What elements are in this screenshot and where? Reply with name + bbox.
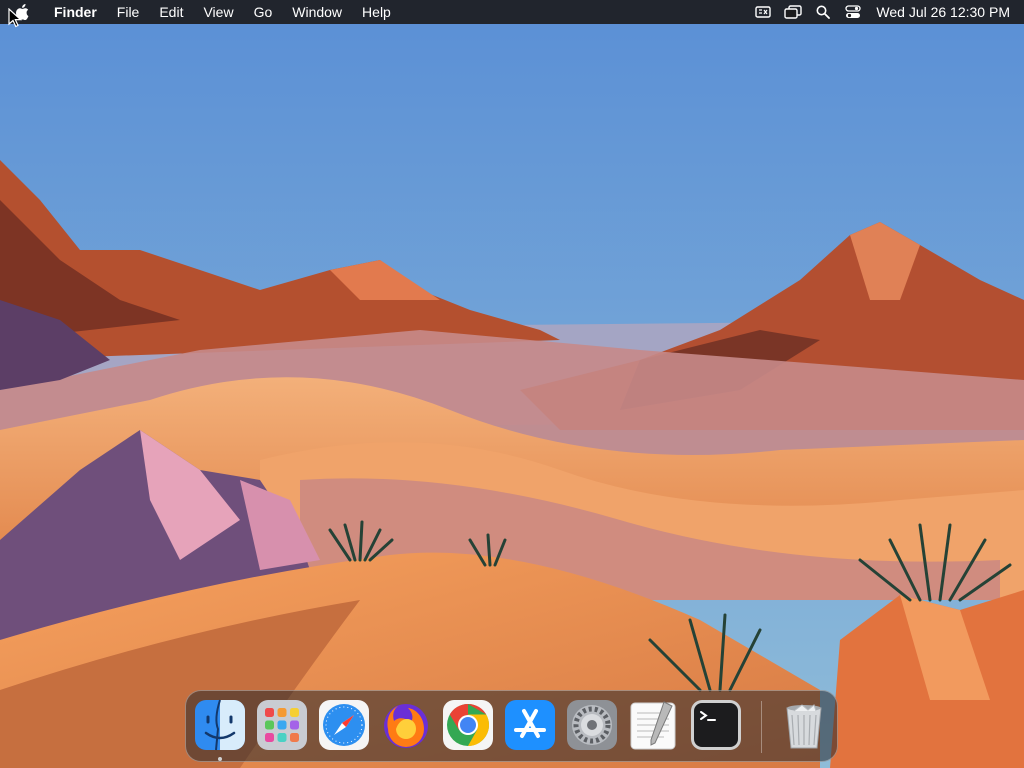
menu-bar: Finder File Edit View Go Window Help Wed… — [0, 0, 1024, 24]
menu-edit[interactable]: Edit — [149, 0, 193, 24]
keyboard-input-icon[interactable] — [748, 0, 778, 24]
system-settings-icon[interactable] — [566, 699, 618, 751]
window-overlap-icon[interactable] — [778, 0, 808, 24]
menu-app-name[interactable]: Finder — [44, 0, 107, 24]
menu-bar-status-area: Wed Jul 26 12:30 PM — [748, 0, 1024, 24]
dock-separator — [761, 701, 762, 753]
spotlight-search-icon[interactable] — [808, 0, 838, 24]
menu-file[interactable]: File — [107, 0, 150, 24]
menu-window[interactable]: Window — [282, 0, 352, 24]
textedit-icon[interactable] — [628, 699, 680, 751]
chrome-icon[interactable] — [442, 699, 494, 751]
finder-icon[interactable] — [194, 699, 246, 751]
safari-icon[interactable] — [318, 699, 370, 751]
dock — [185, 690, 838, 762]
firefox-icon[interactable] — [380, 699, 432, 751]
menu-help[interactable]: Help — [352, 0, 401, 24]
launchpad-icon[interactable] — [256, 699, 308, 751]
finder-running-indicator — [218, 757, 222, 761]
control-center-icon[interactable] — [838, 0, 868, 24]
desktop-wallpaper — [0, 0, 1024, 768]
trash-icon[interactable] — [778, 699, 830, 751]
terminal-icon[interactable] — [690, 699, 742, 751]
menu-go[interactable]: Go — [244, 0, 283, 24]
apple-menu-icon[interactable] — [0, 0, 44, 24]
menu-view[interactable]: View — [193, 0, 243, 24]
mouse-cursor-icon — [8, 7, 23, 28]
app-store-icon[interactable] — [504, 699, 556, 751]
menu-bar-clock[interactable]: Wed Jul 26 12:30 PM — [876, 4, 1010, 20]
